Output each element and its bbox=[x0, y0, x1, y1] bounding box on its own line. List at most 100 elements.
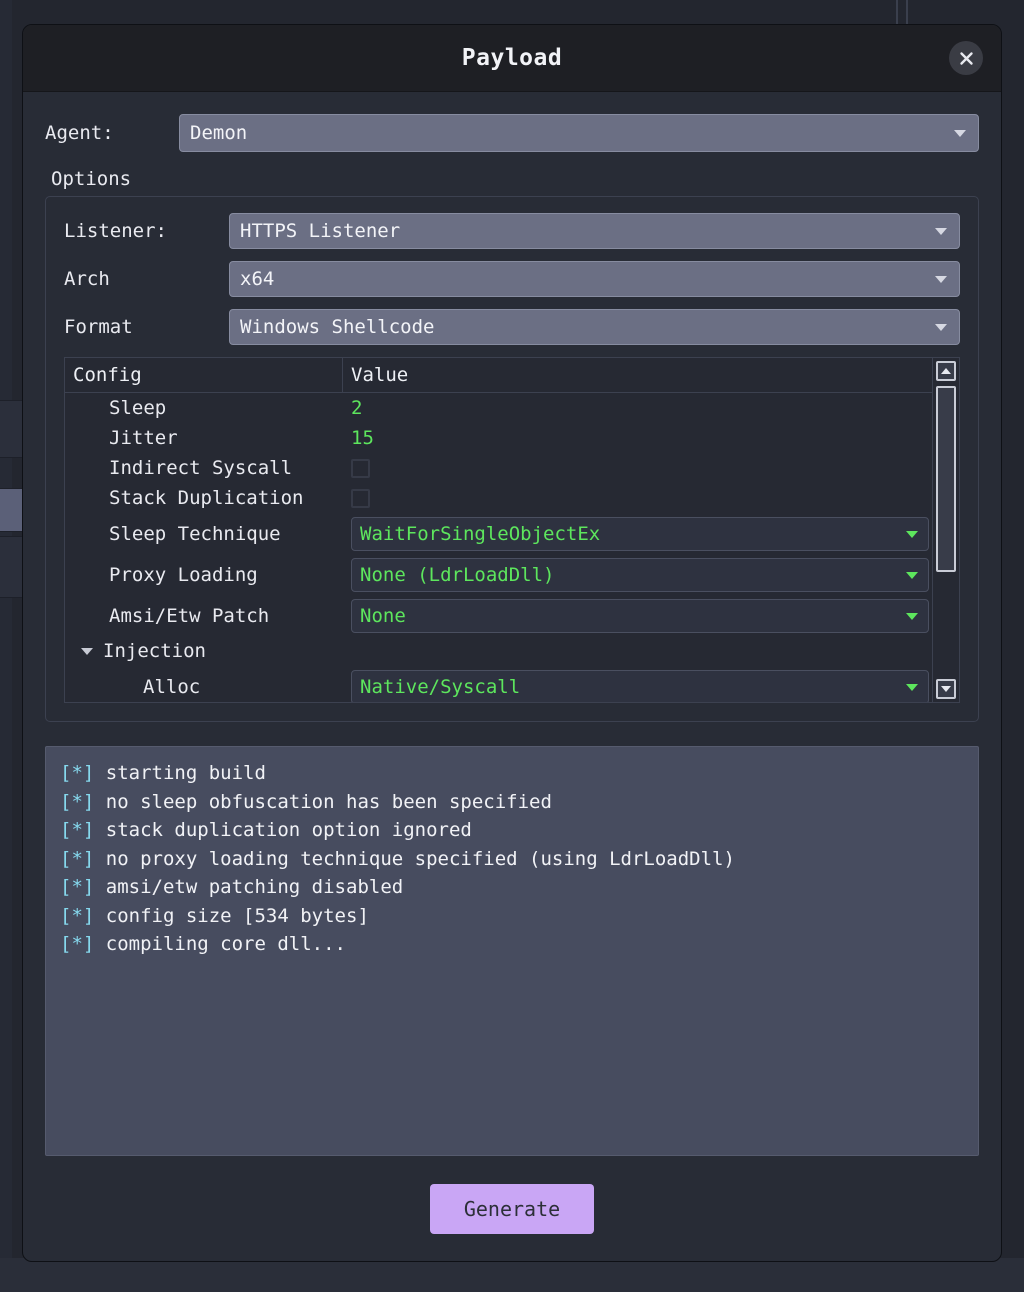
log-prefix: [*] bbox=[60, 933, 94, 955]
row-label: Alloc bbox=[65, 676, 343, 698]
table-row[interactable]: Jitter 15 bbox=[65, 423, 959, 453]
row-label: Jitter bbox=[65, 427, 343, 449]
table-row[interactable]: Sleep Technique WaitForSingleObjectEx bbox=[65, 513, 959, 554]
table-row[interactable]: Stack Duplication bbox=[65, 483, 959, 513]
dialog-footer: Generate bbox=[23, 1184, 1001, 1234]
table-row[interactable]: Proxy Loading None (LdrLoadDll) bbox=[65, 554, 959, 595]
indirect-syscall-checkbox[interactable] bbox=[351, 459, 370, 478]
chevron-down-icon bbox=[906, 613, 918, 620]
chevron-down-icon bbox=[906, 684, 918, 691]
row-value-cell bbox=[343, 459, 959, 478]
row-label: Injection bbox=[103, 640, 206, 662]
jitter-value[interactable]: 15 bbox=[343, 427, 374, 449]
dialog-body: Agent: Demon Options Listener: HTTPS Lis… bbox=[23, 92, 1001, 1234]
row-label: Proxy Loading bbox=[65, 564, 343, 586]
row-label: Sleep Technique bbox=[65, 523, 343, 545]
listener-select[interactable]: HTTPS Listener bbox=[229, 213, 960, 249]
chevron-down-icon[interactable] bbox=[81, 648, 93, 655]
log-text: no proxy loading technique specified (us… bbox=[106, 848, 735, 870]
row-value-cell: None bbox=[343, 599, 959, 633]
table-row[interactable]: Alloc Native/Syscall bbox=[65, 666, 959, 703]
log-text: config size [534 bytes] bbox=[106, 905, 369, 927]
log-prefix: [*] bbox=[60, 848, 94, 870]
log-line: [*] compiling core dll... bbox=[60, 930, 964, 959]
scroll-down-icon[interactable] bbox=[936, 679, 956, 699]
row-label: Amsi/Etw Patch bbox=[65, 605, 343, 627]
log-text: amsi/etw patching disabled bbox=[106, 876, 403, 898]
format-label: Format bbox=[64, 316, 229, 338]
log-prefix: [*] bbox=[60, 762, 94, 784]
row-value-cell: Native/Syscall bbox=[343, 670, 959, 704]
log-line: [*] no proxy loading technique specified… bbox=[60, 845, 964, 874]
column-header-value: Value bbox=[343, 358, 959, 392]
column-header-config: Config bbox=[65, 358, 343, 392]
row-value-cell: 2 bbox=[343, 397, 959, 419]
chevron-down-icon bbox=[906, 531, 918, 538]
arch-row: Arch x64 bbox=[64, 261, 960, 297]
arch-label: Arch bbox=[64, 268, 229, 290]
table-row[interactable]: Amsi/Etw Patch None bbox=[65, 595, 959, 636]
table-row[interactable]: Sleep 2 bbox=[65, 393, 959, 423]
injection-group-label-cell: Injection bbox=[65, 640, 343, 662]
amsi-etw-patch-value: None bbox=[360, 605, 406, 627]
row-value-cell: WaitForSingleObjectEx bbox=[343, 517, 959, 551]
log-line: [*] no sleep obfuscation has been specif… bbox=[60, 788, 964, 817]
config-table: Config Value Sleep 2 Jitter 15 bbox=[64, 357, 960, 703]
build-log-console[interactable]: [*] starting build [*] no sleep obfuscat… bbox=[45, 746, 979, 1156]
agent-select-value: Demon bbox=[190, 122, 247, 144]
agent-label: Agent: bbox=[45, 122, 179, 144]
row-label: Sleep bbox=[65, 397, 343, 419]
generate-button[interactable]: Generate bbox=[430, 1184, 594, 1234]
alloc-value: Native/Syscall bbox=[360, 676, 520, 698]
stack-duplication-checkbox[interactable] bbox=[351, 489, 370, 508]
scroll-up-icon[interactable] bbox=[936, 361, 956, 381]
log-line: [*] stack duplication option ignored bbox=[60, 816, 964, 845]
listener-select-value: HTTPS Listener bbox=[240, 220, 400, 242]
amsi-etw-patch-select[interactable]: None bbox=[351, 599, 929, 633]
proxy-loading-value: None (LdrLoadDll) bbox=[360, 564, 554, 586]
log-text: starting build bbox=[106, 762, 266, 784]
background-left-panel bbox=[0, 0, 12, 1292]
format-select[interactable]: Windows Shellcode bbox=[229, 309, 960, 345]
chevron-down-icon bbox=[935, 324, 947, 331]
log-line: [*] config size [534 bytes] bbox=[60, 902, 964, 931]
log-prefix: [*] bbox=[60, 876, 94, 898]
sleep-value[interactable]: 2 bbox=[343, 397, 362, 419]
agent-row: Agent: Demon bbox=[23, 92, 1001, 152]
config-table-header: Config Value bbox=[65, 358, 959, 393]
listener-label: Listener: bbox=[64, 220, 229, 242]
background-list-row bbox=[0, 400, 22, 458]
config-table-body: Sleep 2 Jitter 15 Indirect Syscall bbox=[65, 393, 959, 703]
dialog-titlebar: Payload bbox=[23, 25, 1001, 92]
sleep-technique-value: WaitForSingleObjectEx bbox=[360, 523, 600, 545]
proxy-loading-select[interactable]: None (LdrLoadDll) bbox=[351, 558, 929, 592]
background-list-row-selected bbox=[0, 488, 22, 532]
background-list-row bbox=[0, 536, 22, 598]
log-prefix: [*] bbox=[60, 819, 94, 841]
listener-row: Listener: HTTPS Listener bbox=[64, 213, 960, 249]
scrollbar-thumb[interactable] bbox=[936, 386, 956, 572]
log-line: [*] amsi/etw patching disabled bbox=[60, 873, 964, 902]
log-text: no sleep obfuscation has been specified bbox=[106, 791, 552, 813]
format-select-value: Windows Shellcode bbox=[240, 316, 434, 338]
row-label: Stack Duplication bbox=[65, 487, 343, 509]
row-value-cell bbox=[343, 489, 959, 508]
log-prefix: [*] bbox=[60, 905, 94, 927]
chevron-down-icon bbox=[954, 130, 966, 137]
close-icon[interactable] bbox=[949, 41, 983, 75]
alloc-select[interactable]: Native/Syscall bbox=[351, 670, 929, 704]
dialog-title: Payload bbox=[462, 45, 562, 71]
table-row[interactable]: Indirect Syscall bbox=[65, 453, 959, 483]
table-row-group[interactable]: Injection bbox=[65, 636, 959, 666]
log-line: [*] starting build bbox=[60, 759, 964, 788]
chevron-down-icon bbox=[935, 276, 947, 283]
arch-select[interactable]: x64 bbox=[229, 261, 960, 297]
log-prefix: [*] bbox=[60, 791, 94, 813]
config-table-scrollbar[interactable] bbox=[932, 358, 959, 702]
row-value-cell: None (LdrLoadDll) bbox=[343, 558, 959, 592]
background-bottom-strip bbox=[0, 1258, 1024, 1292]
log-text: compiling core dll... bbox=[106, 933, 346, 955]
agent-select[interactable]: Demon bbox=[179, 114, 979, 152]
chevron-down-icon bbox=[906, 572, 918, 579]
sleep-technique-select[interactable]: WaitForSingleObjectEx bbox=[351, 517, 929, 551]
